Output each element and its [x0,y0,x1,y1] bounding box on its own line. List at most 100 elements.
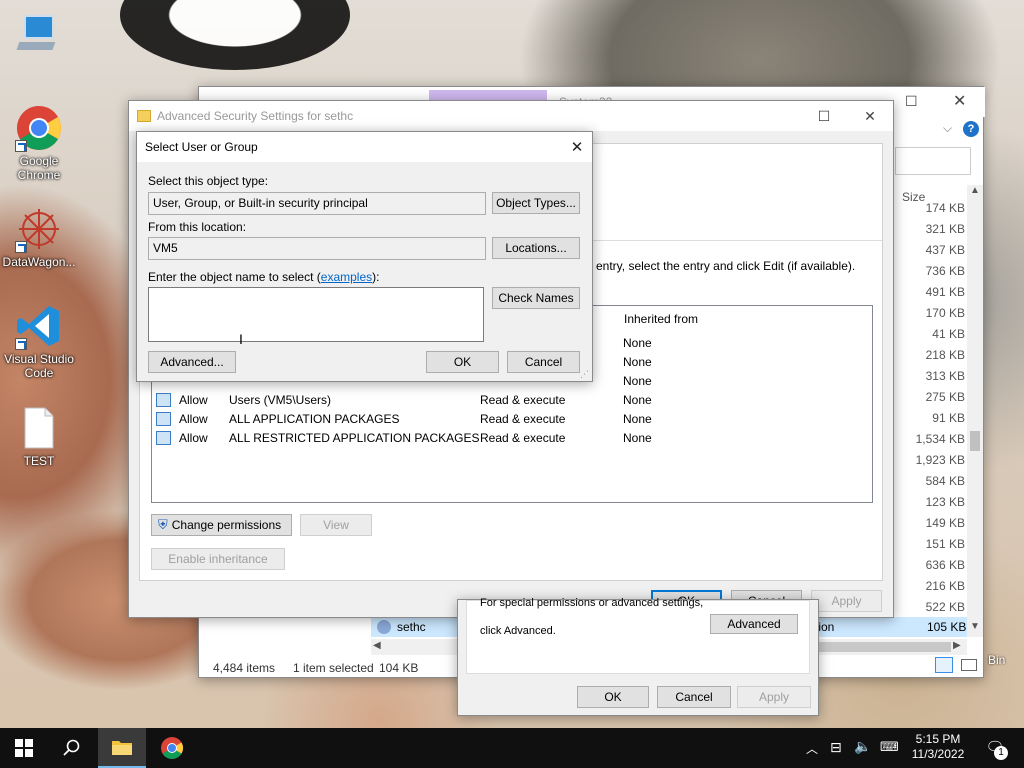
search-button[interactable] [48,728,96,768]
ok-button[interactable]: OK [426,351,499,373]
file-size-cell: 218 KB [925,348,965,362]
large-icons-view-icon[interactable] [961,659,977,671]
check-names-button[interactable]: Check Names [492,287,580,309]
desktop-icon-datawagon[interactable]: DataWagon... [1,205,77,269]
close-icon[interactable]: ✕ [953,91,966,111]
taskbar-chrome[interactable] [148,728,196,768]
user-group-icon [156,431,171,445]
scrollbar-thumb[interactable] [970,431,980,451]
file-size-cell: 1,534 KB [915,432,965,446]
object-name-input[interactable] [148,287,484,342]
permission-inherited: None [623,412,652,426]
properties-panel: For special permissions or advanced sett… [466,597,810,674]
enable-inheritance-button[interactable]: Enable inheritance [151,548,285,570]
show-hidden-icons-chevron[interactable]: ︿ [806,740,818,757]
scroll-down-icon[interactable]: ▼ [970,621,980,632]
status-size: 104 KB [379,661,419,675]
select-user-dialog: Select User or Group ✕ Select this objec… [136,131,593,382]
start-button[interactable] [0,728,48,768]
change-permissions-label: Change permissions [171,518,282,532]
desktop-icon-label: Google Chrome [17,154,61,182]
advanced-titlebar: Advanced Security Settings for sethc ☐ ✕ [129,101,893,131]
scroll-up-icon[interactable]: ▲ [970,185,980,196]
desktop-icon-vscode[interactable]: Visual Studio Code [1,302,77,380]
clock-time: 5:15 PM [915,732,961,746]
close-icon[interactable]: ✕ [847,101,893,131]
apply-button[interactable]: Apply [737,686,811,708]
object-type-field: User, Group, or Built-in security princi… [148,192,486,215]
help-icon[interactable]: ? [963,121,979,137]
permission-row[interactable]: Allow Users (VM5\Users) Read & execute None [152,391,872,410]
scroll-left-icon[interactable]: ◀ [373,640,381,651]
shortcut-arrow-icon [15,140,27,152]
shortcut-arrow-icon [15,338,27,350]
file-size-cell: 275 KB [925,390,965,404]
chrome-icon [15,104,63,152]
status-item-count: 4,484 items [213,661,276,675]
cancel-button[interactable]: Cancel [657,686,731,708]
cancel-button[interactable]: Cancel [507,351,580,373]
permission-row[interactable]: Allow ALL APPLICATION PACKAGES Read & exec… [152,410,872,429]
object-name-label-prefix: Enter the object name to select ( [148,270,321,284]
file-size-cell: 313 KB [925,369,965,383]
desktop-icon-chrome[interactable]: Google Chrome [1,104,77,182]
examples-link[interactable]: examples [321,270,372,284]
change-permissions-button[interactable]: ⛨ Change permissions [151,514,292,536]
maximize-icon[interactable]: ☐ [801,101,847,131]
desktop-icon-this-pc[interactable] [1,10,77,60]
file-size-cell: 736 KB [925,264,965,278]
file-size-cell: 41 KB [932,327,965,341]
close-icon[interactable]: ✕ [562,138,592,156]
keyboard-icon[interactable]: ⌨ [880,739,899,755]
volume-icon[interactable]: 🔈 [854,738,871,755]
h-scrollbar-thumb[interactable] [811,642,951,652]
resize-grip-icon[interactable]: ⋰ [580,369,589,380]
maximize-icon[interactable]: ☐ [905,93,918,110]
wallpaper-figure [120,0,350,70]
click-advanced-text: click Advanced. [480,625,556,637]
file-size-cell: 584 KB [925,474,965,488]
location-field: VM5 [148,237,486,260]
chevron-down-icon[interactable]: ⌵ [943,121,952,136]
size-column-header[interactable]: Size [902,190,925,204]
file-size-cell: 123 KB [925,495,965,509]
scroll-right-icon[interactable]: ▶ [953,640,961,651]
advanced-button[interactable]: Advanced... [148,351,236,373]
locations-button[interactable]: Locations... [492,237,580,259]
object-types-button[interactable]: Object Types... [492,192,580,214]
taskbar-file-explorer[interactable] [98,728,146,768]
user-group-icon [156,393,171,407]
shortcut-arrow-icon [15,241,27,253]
file-size-cell: 1,923 KB [915,453,965,467]
dialog-title: Select User or Group [145,140,258,154]
permission-inherited: None [623,431,652,445]
file-size-cell: 170 KB [925,306,965,320]
file-size-cell: 216 KB [925,579,965,593]
search-input[interactable] [895,147,971,175]
folder-icon [137,110,151,122]
vertical-scrollbar[interactable]: ▲ ▼ [967,185,983,637]
advanced-button[interactable]: Advanced [710,614,798,634]
object-name-label-suffix: ): [372,270,380,284]
permission-row[interactable]: Allow ALL RESTRICTED APPLICATION PACKAGES… [152,429,872,448]
network-icon[interactable]: ⊟ [830,739,842,756]
desktop-icon-test[interactable]: TEST [1,404,77,468]
recycle-bin-label[interactable]: Bin [988,653,1005,667]
file-size-cell: 151 KB [925,537,965,551]
status-selected: 1 item selected [293,661,374,675]
view-button[interactable]: View [300,514,372,536]
notification-center-button[interactable]: 🗨 1 [982,738,1008,760]
details-view-icon[interactable] [935,657,953,673]
properties-dialog: For special permissions or advanced sett… [457,597,819,716]
clock[interactable]: 5:15 PM 11/3/2022 [906,732,970,762]
apply-button[interactable]: Apply [811,590,882,612]
advanced-title: Advanced Security Settings for sethc [157,109,354,123]
ok-button[interactable]: OK [577,686,649,708]
search-icon [63,739,80,756]
column-header-inherited[interactable]: Inherited from [624,312,698,326]
permission-type: Allow [179,412,208,426]
object-type-label: Select this object type: [148,174,269,188]
desktop-icon-label: DataWagon... [2,255,76,269]
permission-principal: ALL APPLICATION PACKAGES [229,412,400,426]
permission-access: Read & execute [480,412,566,426]
